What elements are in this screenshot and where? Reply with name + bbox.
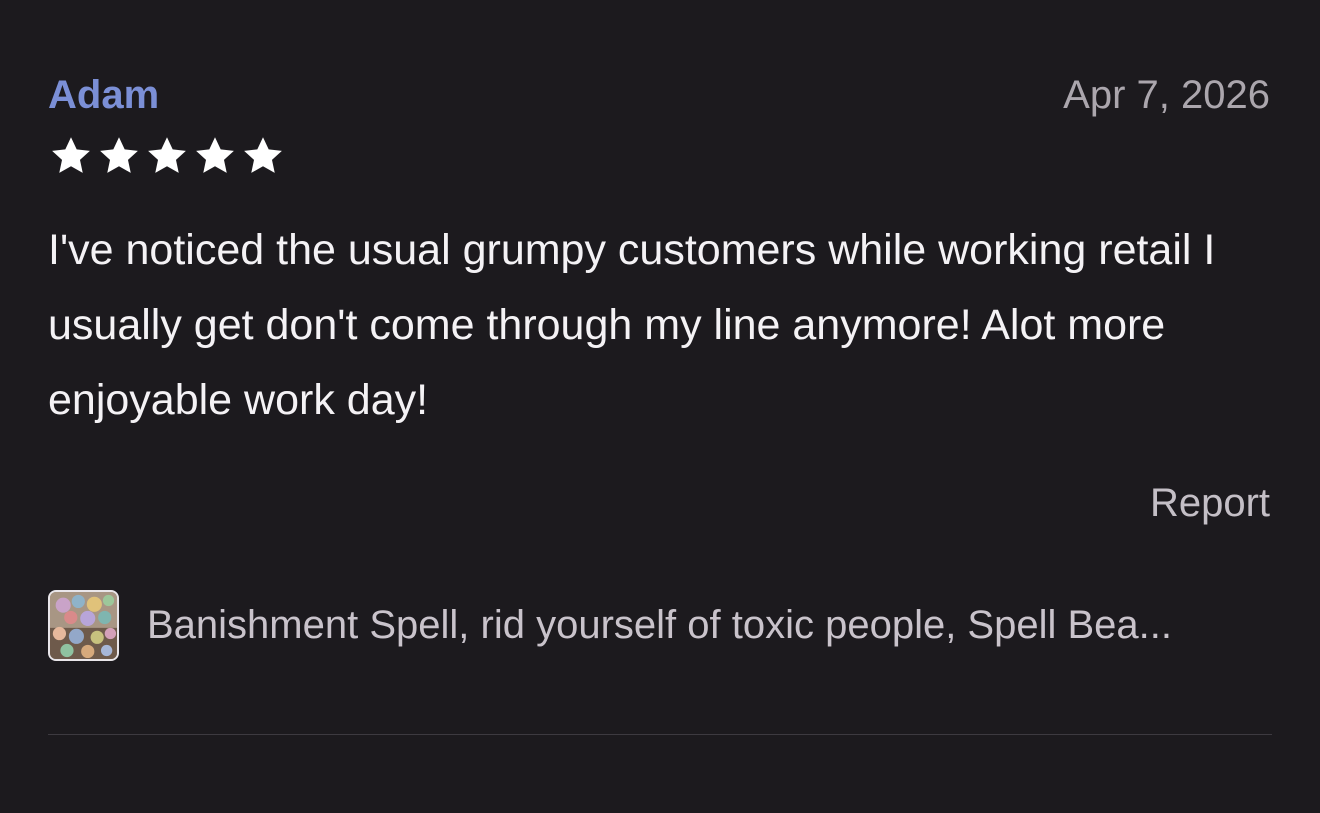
reviewer-name[interactable]: Adam (48, 72, 159, 118)
product-title: Banishment Spell, rid yourself of toxic … (147, 603, 1172, 647)
review-text: I've noticed the usual grumpy customers … (48, 226, 1216, 424)
product-link[interactable]: Banishment Spell, rid yourself of toxic … (48, 587, 1272, 663)
star-icon (148, 137, 186, 173)
review-date: Apr 7, 2026 (1063, 73, 1270, 117)
star-icon (244, 137, 282, 173)
product-thumbnail (48, 589, 119, 661)
star-icon (100, 137, 138, 173)
star-icon (52, 137, 90, 173)
review-card: Adam Apr 7, 2026 I've noticed the usual … (0, 0, 1320, 813)
star-icon (196, 137, 234, 173)
star-rating (48, 134, 286, 178)
report-button[interactable]: Report (1150, 480, 1270, 526)
divider (48, 734, 1272, 735)
